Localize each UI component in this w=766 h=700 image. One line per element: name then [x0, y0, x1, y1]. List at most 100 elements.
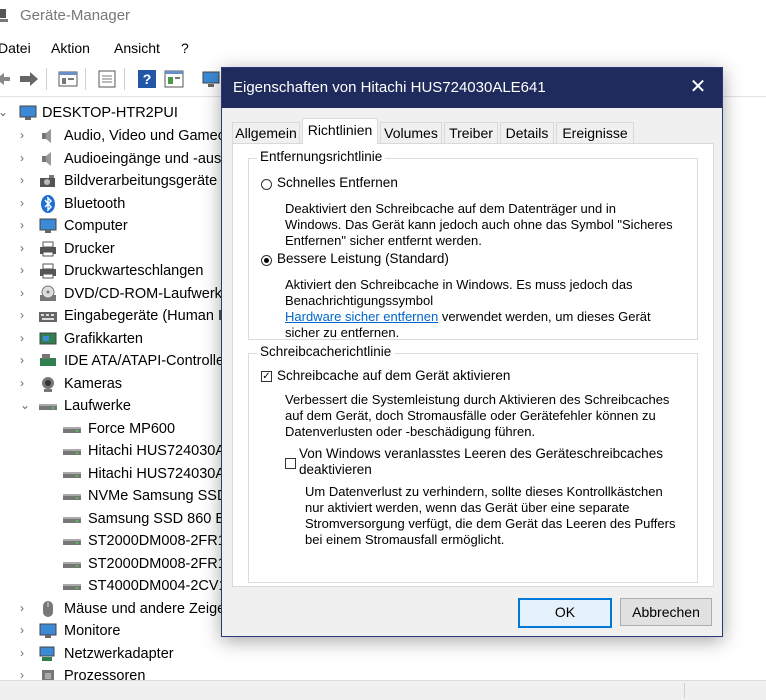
- monitor-icon[interactable]: [200, 68, 222, 90]
- chevron-right-icon[interactable]: ›: [20, 376, 30, 390]
- tree-item-label: DVD/CD-ROM-Laufwerke: [64, 286, 230, 302]
- drive-icon: [38, 397, 58, 415]
- disable-flush-line: Um Datenverlust zu verhindern, sollte di…: [305, 484, 663, 499]
- network-icon: [38, 645, 58, 663]
- after-link-text: verwendet werden, um dieses Gerät: [438, 309, 651, 324]
- chevron-right-icon[interactable]: ›: [20, 263, 30, 277]
- tree-item-label: ST2000DM008-2FR102: [88, 556, 242, 572]
- better-performance-link-line: Hardware sicher entfernen verwendet werd…: [285, 309, 695, 325]
- toolbar-separator: [46, 68, 47, 90]
- quick-removal-radio[interactable]: [261, 179, 272, 190]
- tree-item-label: Netzwerkadapter: [64, 646, 174, 662]
- disable-flush-line: nur aktiviert werden, wenn das Gerät übe…: [305, 500, 630, 515]
- chevron-right-icon[interactable]: ›: [20, 331, 30, 345]
- removal-policy-legend: Entfernungsrichtlinie: [257, 149, 386, 164]
- safely-remove-hardware-link[interactable]: Hardware sicher entfernen: [285, 309, 438, 324]
- properties-icon[interactable]: [57, 68, 79, 90]
- enable-write-cache-line: auf dem Gerät, doch Stromausfälle oder G…: [285, 408, 656, 423]
- back-arrow-icon[interactable]: [0, 68, 14, 90]
- drive-icon: [62, 510, 82, 528]
- ok-button[interactable]: OK: [518, 598, 612, 628]
- quick-removal-line: Windows. Das Gerät kann jedoch auch ohne…: [285, 217, 673, 232]
- tree-item-label: Force MP600: [88, 421, 176, 437]
- status-bar: [0, 680, 766, 700]
- menu-ansicht[interactable]: Ansicht: [114, 40, 160, 56]
- quick-removal-line: Deaktiviert den Schreibcache auf dem Dat…: [285, 201, 616, 216]
- chevron-right-icon[interactable]: ›: [20, 151, 30, 165]
- write-cache-policy-legend: Schreibcacherichtlinie: [257, 344, 395, 359]
- menu-datei[interactable]: Datei: [0, 40, 31, 56]
- quick-removal-label[interactable]: Schnelles Entfernen: [277, 175, 398, 190]
- better-performance-label[interactable]: Bessere Leistung (Standard): [277, 251, 449, 266]
- chevron-down-icon[interactable]: ⌄: [0, 105, 8, 119]
- chevron-right-icon[interactable]: ›: [20, 308, 30, 322]
- device-manager-icon: [0, 8, 10, 24]
- tab-richtlinien[interactable]: Richtlinien: [302, 118, 378, 144]
- better-performance-line: Benachrichtigungssymbol: [285, 293, 434, 308]
- disable-flush-label[interactable]: Von Windows veranlasstes Leeren des Gerä…: [299, 446, 663, 478]
- cancel-button[interactable]: Abbrechen: [620, 598, 712, 626]
- better-performance-radio[interactable]: [261, 255, 272, 266]
- tree-item-label: ST4000DM004-2CV104: [88, 578, 243, 594]
- chevron-right-icon[interactable]: ›: [20, 286, 30, 300]
- better-performance-description: Aktiviert den Schreibcache in Windows. E…: [285, 277, 695, 341]
- keyboard-icon: [38, 307, 58, 325]
- chevron-right-icon[interactable]: ›: [20, 196, 30, 210]
- chevron-down-icon[interactable]: ⌄: [20, 398, 30, 412]
- tree-item-label: IDE ATA/ATAPI-Controller: [64, 353, 229, 369]
- disc-icon: [38, 285, 58, 303]
- close-icon[interactable]: ✕: [688, 76, 708, 98]
- drive-icon: [62, 487, 82, 505]
- disable-flush-label-line: Von Windows veranlasstes Leeren des Gerä…: [299, 446, 663, 461]
- mouse-icon: [38, 600, 58, 618]
- drive-icon: [62, 442, 82, 460]
- disable-flush-line: Stromversorgung verfügt, die dem Gerät d…: [305, 516, 676, 531]
- chevron-right-icon[interactable]: ›: [20, 646, 30, 660]
- write-cache-policy-group: Schreibcacherichtlinie ✓ Schreibcache au…: [248, 344, 698, 583]
- quick-removal-line: Entfernen" sicher entfernt werden.: [285, 233, 482, 248]
- better-performance-line: sicher zu entfernen.: [285, 325, 400, 340]
- chevron-right-icon[interactable]: ›: [20, 173, 30, 187]
- enable-write-cache-description: Verbessert die Systemleistung durch Akti…: [285, 392, 695, 440]
- forward-arrow-icon[interactable]: [18, 68, 40, 90]
- toolbar-separator: [85, 68, 86, 90]
- scan-hardware-icon[interactable]: [163, 68, 185, 90]
- details-view-icon[interactable]: [96, 68, 118, 90]
- chevron-right-icon[interactable]: ›: [20, 601, 30, 615]
- chevron-right-icon[interactable]: ›: [20, 623, 30, 637]
- drive-icon: [62, 555, 82, 573]
- tree-item-label: Computer: [64, 218, 128, 234]
- tree-item-label: Monitore: [64, 623, 121, 639]
- tree-item-label: Kameras: [64, 376, 123, 392]
- tab-volumes[interactable]: Volumes: [380, 122, 442, 143]
- chevron-right-icon[interactable]: ›: [20, 128, 30, 142]
- tab-panel-richtlinien: Entfernungsrichtlinie Schnelles Entferne…: [232, 143, 714, 587]
- disable-flush-line: bei einem Stromausfall ermöglicht.: [305, 532, 505, 547]
- menu-bar: Datei Aktion Ansicht ?: [0, 38, 766, 60]
- computer-icon: [18, 104, 38, 122]
- disable-flush-checkbox[interactable]: [285, 458, 296, 469]
- chevron-right-icon[interactable]: ›: [20, 218, 30, 232]
- chevron-right-icon[interactable]: ›: [20, 241, 30, 255]
- tree-item-label: Bluetooth: [64, 196, 126, 212]
- help-icon[interactable]: ?: [136, 68, 158, 90]
- tab-allgemein[interactable]: Allgemein: [232, 122, 300, 143]
- dialog-title: Eigenschaften von Hitachi HUS724030ALE64…: [233, 79, 546, 96]
- menu-help[interactable]: ?: [181, 40, 189, 56]
- menu-aktion[interactable]: Aktion: [51, 40, 90, 56]
- tab-details[interactable]: Details: [500, 122, 554, 143]
- printer-icon: [38, 240, 58, 258]
- speaker-icon: [38, 150, 58, 168]
- tab-treiber[interactable]: Treiber: [444, 122, 498, 143]
- drive-icon: [62, 465, 82, 483]
- monitor-icon: [38, 217, 58, 235]
- chevron-right-icon[interactable]: ›: [20, 353, 30, 367]
- enable-write-cache-label[interactable]: Schreibcache auf dem Gerät aktivieren: [277, 368, 510, 383]
- removal-policy-group: Entfernungsrichtlinie Schnelles Entferne…: [248, 149, 698, 341]
- tab-bar: Allgemein Richtlinien Volumes Treiber De…: [232, 118, 712, 144]
- better-performance-line: Aktiviert den Schreibcache in Windows. E…: [285, 277, 633, 292]
- enable-write-cache-checkbox[interactable]: ✓: [261, 371, 272, 382]
- quick-removal-description: Deaktiviert den Schreibcache auf dem Dat…: [285, 201, 695, 249]
- svg-text:?: ?: [143, 71, 152, 87]
- tab-ereignisse[interactable]: Ereignisse: [556, 122, 634, 143]
